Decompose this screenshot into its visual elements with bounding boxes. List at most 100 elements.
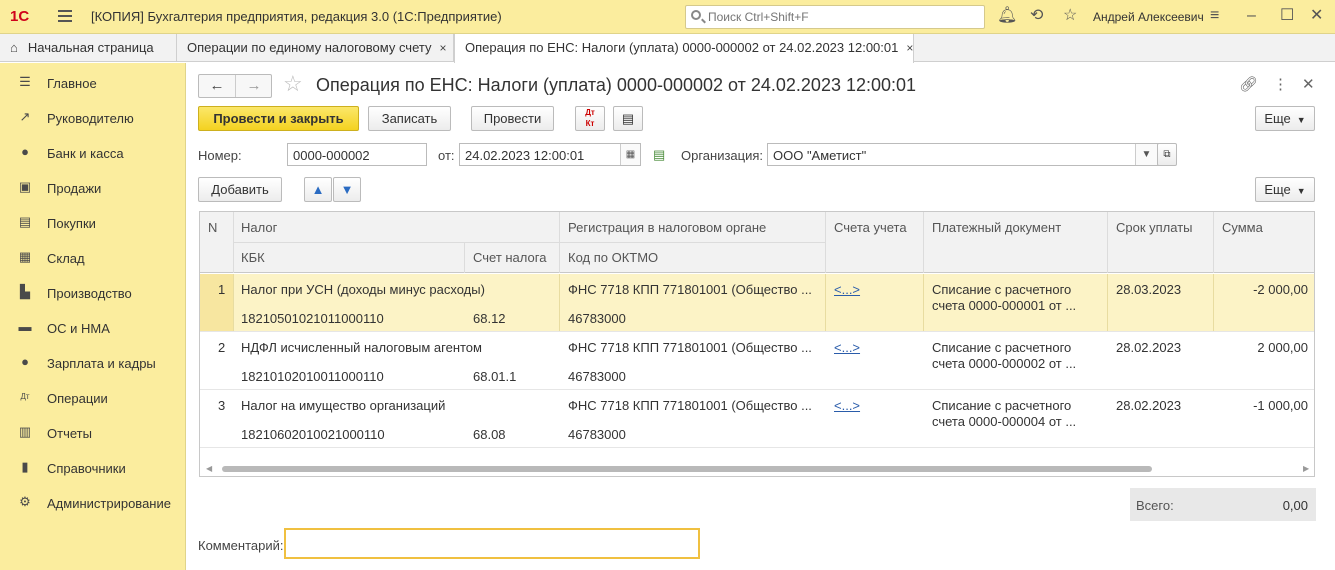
save-button[interactable]: Записать (368, 106, 451, 131)
search-box[interactable] (685, 5, 985, 29)
hamburger-menu-icon[interactable] (58, 10, 72, 22)
calendar-icon[interactable]: ▦ (620, 144, 640, 165)
user-name[interactable]: Андрей Алексеевич (1093, 10, 1204, 24)
open-organization-icon[interactable]: ⧉ (1157, 143, 1177, 166)
document-list-icon[interactable]: ▤ (613, 106, 643, 131)
sidebar-item-sales[interactable]: ▣ Продажи (0, 170, 186, 205)
table-header: N Налог КБК Счет налога Регистрация в на… (200, 212, 1314, 273)
sidebar-item-label: Зарплата и кадры (47, 356, 156, 371)
cart-icon: ▤ (18, 214, 32, 229)
sidebar-item-label: Справочники (47, 461, 126, 476)
column-tax[interactable]: Налог (241, 220, 277, 235)
sidebar-item-main[interactable]: ☰ Главное (0, 65, 186, 100)
column-accounts[interactable]: Счета учета (834, 220, 907, 235)
more-vertical-icon[interactable]: ⋮ (1273, 75, 1288, 93)
coin-icon: ● (21, 144, 29, 159)
total-box: Всего: 0,00 (1130, 488, 1316, 521)
date-field[interactable]: 24.02.2023 12:00:01 ▦ (459, 143, 641, 166)
column-amount[interactable]: Сумма (1222, 220, 1263, 235)
sidebar-item-label: Производство (47, 286, 132, 301)
link-icon[interactable]: 🔗︎ (1239, 75, 1258, 93)
column-registration[interactable]: Регистрация в налоговом органе (568, 220, 766, 235)
sidebar-item-assets[interactable]: ▬ ОС и НМА (0, 310, 186, 345)
amount-value: 2 000,00 (1257, 340, 1308, 355)
post-button[interactable]: Провести (471, 106, 554, 131)
table-row[interactable]: 2 НДФЛ исчисленный налоговым агентом 182… (200, 332, 1314, 390)
column-payment-doc[interactable]: Платежный документ (932, 220, 1061, 235)
scroll-right-icon[interactable]: ▶ (1303, 464, 1309, 473)
favorite-star-icon[interactable]: ☆ (283, 72, 303, 96)
row-number: 1 (218, 282, 226, 297)
tax-account-value: 68.08 (473, 427, 506, 442)
sidebar-item-label: Покупки (47, 216, 96, 231)
factory-icon: ▙ (20, 284, 30, 299)
add-row-button[interactable]: Добавить (198, 177, 282, 202)
forward-arrow-icon[interactable]: → (236, 77, 272, 95)
column-tax-account[interactable]: Счет налога (473, 250, 546, 265)
sidebar-item-warehouse[interactable]: ▦ Склад (0, 240, 186, 275)
payment-doc-value: Списание с расчетного счета 0000-000002 … (932, 340, 1077, 371)
column-n[interactable]: N (208, 220, 217, 235)
row-number: 3 (218, 398, 226, 413)
trend-icon: ↗ (19, 109, 31, 124)
horizontal-scrollbar[interactable]: ◀ ▶ (200, 462, 1314, 476)
column-kbk[interactable]: КБК (241, 250, 265, 265)
minimize-icon[interactable]: – (1247, 8, 1256, 24)
menu-list-icon: ☰ (19, 74, 31, 89)
tab-home[interactable]: ⌂ Начальная страница (0, 34, 177, 62)
close-window-icon[interactable]: ✕ (1310, 8, 1323, 24)
dt-kt-icon: Дт (20, 392, 30, 401)
column-oktmo[interactable]: Код по ОКТМО (568, 250, 658, 265)
tab-ens-operations[interactable]: Операции по единому налоговому счету × (177, 34, 454, 62)
maximize-icon[interactable]: ☐ (1280, 8, 1294, 24)
caret-down-icon: ▼ (1296, 115, 1306, 125)
dt-kt-postings-icon[interactable]: Дт Кт (575, 106, 605, 131)
column-due-date[interactable]: Срок уплаты (1116, 220, 1193, 235)
sidebar-item-production[interactable]: ▙ Производство (0, 275, 186, 310)
favorites-star-icon[interactable]: ☆ (1063, 8, 1077, 24)
home-icon: ⌂ (10, 40, 18, 55)
tax-name: НДФЛ исчисленный налоговым агентом (241, 340, 482, 355)
sidebar-item-directories[interactable]: ▮ Справочники (0, 450, 186, 485)
total-value: 0,00 (1282, 498, 1308, 513)
taxes-table: N Налог КБК Счет налога Регистрация в на… (199, 211, 1315, 477)
bell-icon[interactable]: 🔔︎ (997, 8, 1017, 24)
move-down-icon[interactable]: ▼ (333, 177, 361, 202)
registration-value: ФНС 7718 КПП 771801001 (Общество ... (568, 398, 812, 413)
tab-ens-operation-document[interactable]: Операция по ЕНС: Налоги (уплата) 0000-00… (454, 34, 914, 63)
sidebar-item-purchases[interactable]: ▤ Покупки (0, 205, 186, 240)
scroll-left-icon[interactable]: ◀ (206, 464, 212, 473)
settings-menu-icon[interactable]: ≡ (1210, 8, 1219, 24)
table-row[interactable]: 1 Налог при УСН (доходы минус расходы) 1… (200, 274, 1314, 332)
accounts-link[interactable]: <...> (834, 340, 860, 355)
sidebar-item-salary[interactable]: ● Зарплата и кадры (0, 345, 186, 380)
more-menu-button[interactable]: Еще ▼ (1255, 106, 1315, 131)
move-up-icon[interactable]: ▲ (304, 177, 332, 202)
gear-icon: ⚙ (19, 494, 31, 509)
organization-field[interactable]: ООО "Аметист" ▼ (767, 143, 1164, 166)
scrollbar-thumb[interactable] (222, 466, 1152, 472)
close-tab-icon[interactable]: × (906, 41, 913, 55)
sidebar-item-bank[interactable]: ● Банк и касса (0, 135, 186, 170)
truck-icon: ▬ (18, 319, 32, 334)
accounts-link[interactable]: <...> (834, 282, 860, 297)
warehouse-icon: ▦ (18, 249, 32, 264)
search-input[interactable] (708, 9, 978, 25)
accounts-link[interactable]: <...> (834, 398, 860, 413)
tab-label: Операции по единому налоговому счету (187, 40, 432, 55)
post-and-close-button[interactable]: Провести и закрыть (198, 106, 359, 131)
dropdown-arrow-icon[interactable]: ▼ (1135, 144, 1157, 165)
close-form-icon[interactable]: ✕ (1302, 75, 1315, 93)
sidebar-item-administration[interactable]: ⚙ Администрирование (0, 485, 186, 520)
back-arrow-icon[interactable]: ← (199, 77, 235, 95)
app-title: [КОПИЯ] Бухгалтерия предприятия, редакци… (91, 9, 502, 24)
history-icon[interactable]: ⟲ (1030, 8, 1043, 24)
close-tab-icon[interactable]: × (439, 41, 446, 55)
comment-input[interactable] (284, 528, 700, 559)
sidebar-item-reports[interactable]: ▥ Отчеты (0, 415, 186, 450)
sidebar-item-operations[interactable]: Дт Операции (0, 380, 186, 415)
sidebar-item-manager[interactable]: ↗ Руководителю (0, 100, 186, 135)
table-row[interactable]: 3 Налог на имущество организаций 1821060… (200, 390, 1314, 448)
table-more-menu-button[interactable]: Еще ▼ (1255, 177, 1315, 202)
number-field[interactable]: 0000-000002 (287, 143, 427, 166)
